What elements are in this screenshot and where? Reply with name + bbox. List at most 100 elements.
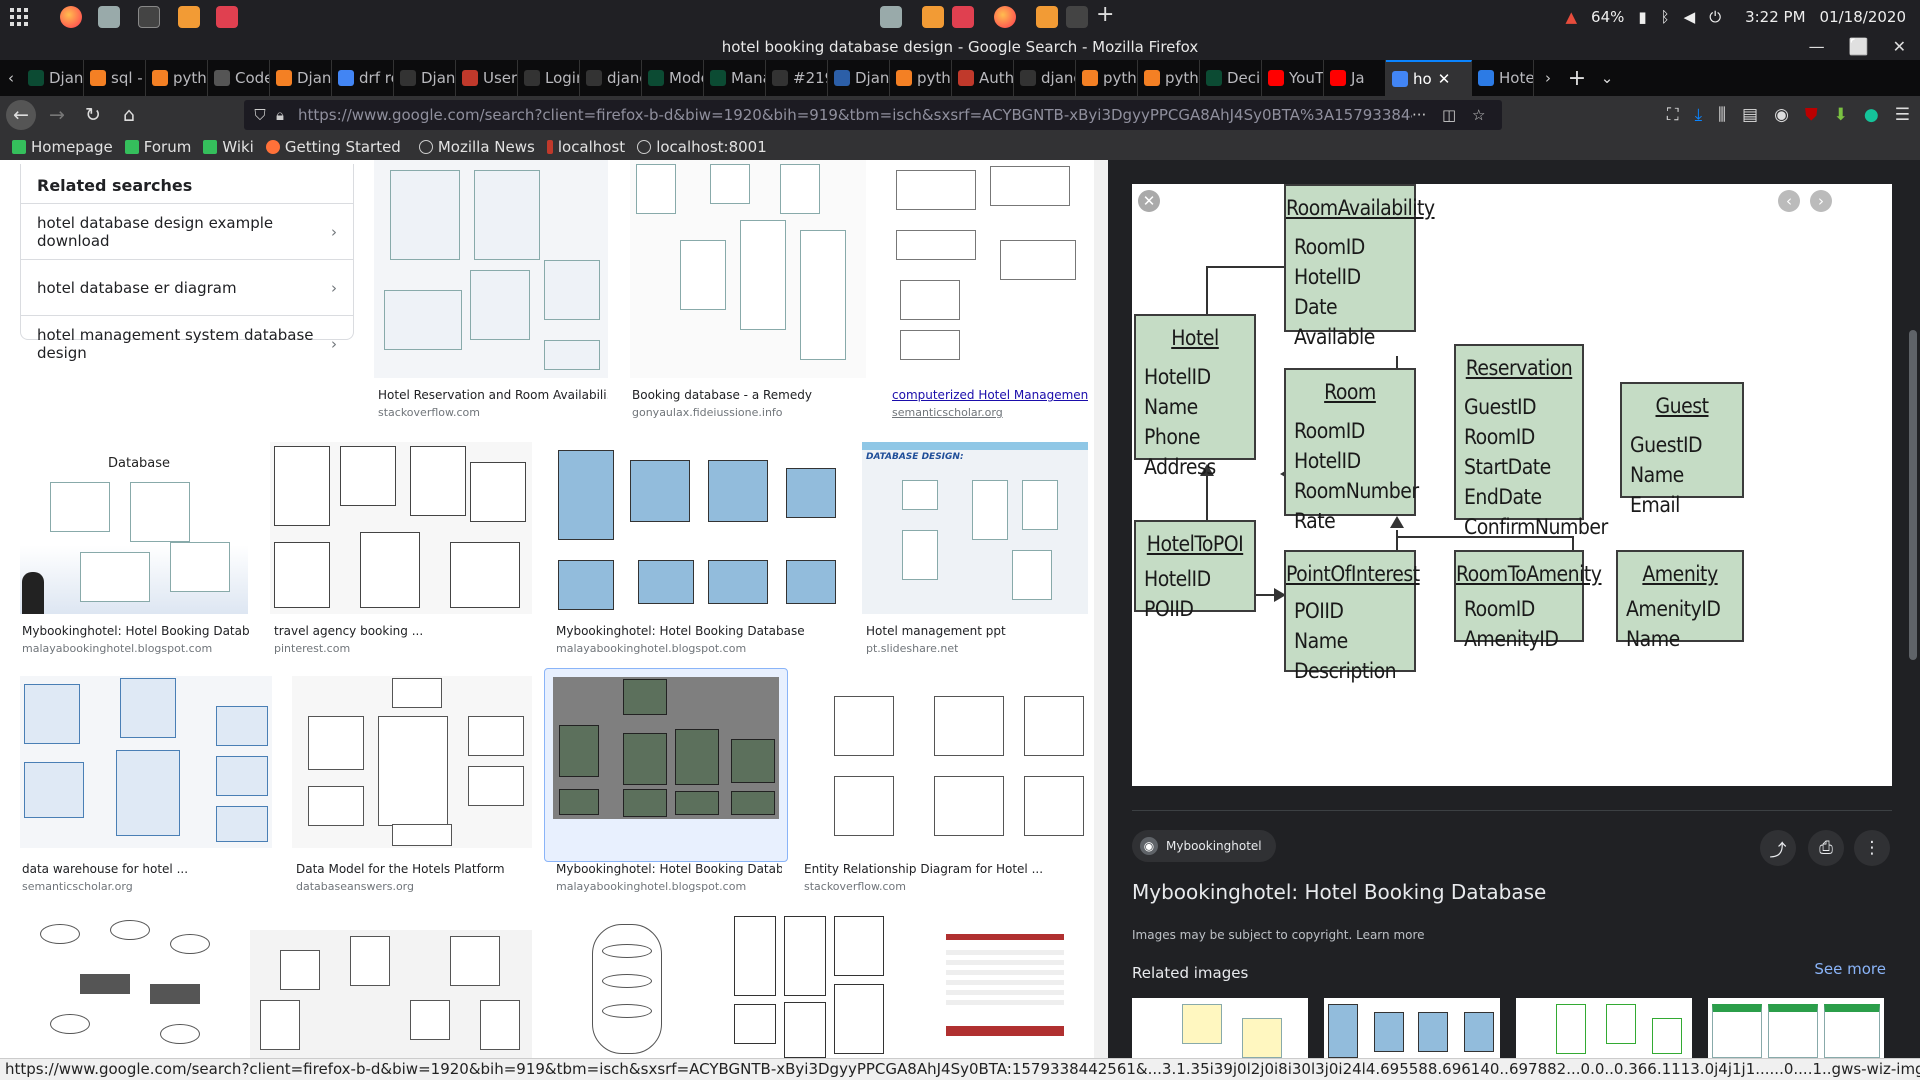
taskbar-sublime2-icon[interactable]	[1036, 6, 1058, 28]
related-search-item[interactable]: hotel management system database design ›	[21, 315, 353, 371]
learn-more-link[interactable]: Learn more	[1356, 928, 1424, 942]
apps-grid-icon[interactable]	[10, 8, 28, 26]
bluetooth-icon[interactable]: ᛒ	[1661, 8, 1670, 26]
see-more-link[interactable]: See more	[1814, 960, 1886, 978]
taskbar-firefox-icon[interactable]	[994, 6, 1016, 28]
bookmark-mozilla-news[interactable]: Mozilla News	[418, 138, 535, 156]
browser-tab[interactable]: Code	[208, 60, 270, 96]
bookmark-wiki[interactable]: Wiki	[203, 138, 254, 156]
result-caption[interactable]: Mybookinghotel: Hotel Booking Database	[556, 624, 842, 638]
bookmark-forum[interactable]: Forum	[124, 138, 191, 156]
result-thumbnail[interactable]	[940, 930, 1070, 1058]
related-search-item[interactable]: hotel database er diagram ›	[21, 259, 353, 315]
reader-icon[interactable]: ⛶	[1667, 105, 1679, 125]
result-caption[interactable]: Hotel Reservation and Room Availabili...	[378, 388, 608, 402]
result-thumbnail[interactable]	[552, 442, 842, 614]
result-thumbnail[interactable]	[890, 160, 1088, 378]
bookmark-homepage[interactable]: Homepage	[12, 138, 113, 156]
related-image-thumbnail[interactable]	[1132, 998, 1308, 1058]
browser-tab[interactable]: pytho	[890, 60, 952, 96]
library-icon[interactable]: ⫼	[1718, 105, 1726, 125]
close-tab-icon[interactable]: ✕	[1438, 70, 1451, 88]
battery-level[interactable]: 64%	[1591, 8, 1624, 26]
result-caption[interactable]: Data Model for the Hotels Platform	[296, 862, 532, 876]
browser-tab[interactable]: pytho	[1138, 60, 1200, 96]
save-bookmark-icon[interactable]: ⎙	[1808, 830, 1844, 866]
result-thumbnail[interactable]: Database	[20, 442, 248, 614]
preview-image[interactable]: RoomAvailability RoomID HotelID Date Ava…	[1132, 184, 1892, 786]
page-scrollbar[interactable]	[1094, 160, 1108, 1058]
downloads-icon[interactable]: ⤓	[1695, 105, 1703, 125]
result-thumbnail[interactable]	[250, 930, 532, 1058]
next-image-icon[interactable]: ›	[1810, 190, 1832, 212]
result-thumbnail[interactable]	[374, 160, 608, 378]
browser-tab[interactable]: YouT	[1262, 60, 1324, 96]
forward-button[interactable]: →	[42, 100, 72, 130]
result-caption[interactable]: Booking database - a Remedy	[632, 388, 862, 402]
result-thumbnail[interactable]: DATABASE DESIGN:	[862, 442, 1088, 614]
new-tab-button[interactable]: +	[1562, 66, 1592, 91]
browser-tab[interactable]: drf re	[332, 60, 394, 96]
close-preview-icon[interactable]: ✕	[1138, 190, 1160, 212]
previous-image-icon[interactable]: ‹	[1778, 190, 1800, 212]
result-caption[interactable]: Mybookinghotel: Hotel Booking Datab...	[556, 862, 782, 876]
browser-tab[interactable]: ho ✕	[1386, 60, 1472, 96]
account-icon[interactable]: ◉	[1774, 105, 1789, 125]
maximize-icon[interactable]: ⬜	[1849, 34, 1869, 60]
related-image-thumbnail[interactable]	[1708, 998, 1884, 1058]
firefox-launcher-icon[interactable]	[60, 6, 82, 28]
result-caption[interactable]: Mybookinghotel: Hotel Booking Datab...	[22, 624, 250, 638]
back-button[interactable]: ←	[6, 100, 36, 130]
extension-download-icon[interactable]: ⬇	[1834, 105, 1848, 125]
browser-tab[interactable]: Djan	[22, 60, 84, 96]
browser-tab[interactable]: djang	[1014, 60, 1076, 96]
power-icon[interactable]: ⏻	[1709, 8, 1721, 26]
browser-tab[interactable]: Login –	[518, 60, 580, 96]
lock-icon[interactable]: 🔒︎	[276, 106, 298, 124]
reload-button[interactable]: ↻	[78, 100, 108, 130]
taskbar-sublime-icon[interactable]	[922, 6, 944, 28]
result-caption[interactable]: data warehouse for hotel ...	[22, 862, 268, 876]
result-caption[interactable]: travel agency booking ...	[274, 624, 530, 638]
result-thumbnail[interactable]	[804, 676, 1088, 848]
related-image-thumbnail[interactable]	[1516, 998, 1692, 1058]
browser-tab[interactable]: Djang	[828, 60, 890, 96]
browser-tab[interactable]: pytho	[1076, 60, 1138, 96]
files-launcher-icon[interactable]	[98, 6, 120, 28]
taskbar-terminal-icon[interactable]	[1066, 6, 1088, 28]
browser-tab[interactable]: Deci	[1200, 60, 1262, 96]
bookmark-getting-started[interactable]: Getting Started	[265, 138, 401, 156]
clock-date[interactable]: 01/18/2020	[1820, 8, 1906, 26]
pocket-icon[interactable]: ◫	[1442, 106, 1472, 124]
result-caption[interactable]: Hotel management ppt	[866, 624, 1086, 638]
home-button[interactable]: ⌂	[114, 100, 144, 130]
bookmark-localhost[interactable]: localhost	[546, 138, 625, 156]
browser-tab[interactable]: Djang	[394, 60, 456, 96]
result-caption[interactable]: Entity Relationship Diagram for Hotel ..…	[804, 862, 1088, 876]
clock-time[interactable]: 3:22 PM	[1745, 8, 1805, 26]
result-thumbnail-selected[interactable]	[544, 668, 788, 862]
browser-tab[interactable]: Djang	[270, 60, 332, 96]
url-bar[interactable]: ⛉ 🔒︎ https://www.google.com/search?clien…	[244, 100, 1502, 130]
tabs-scroll-left-icon[interactable]: ‹	[0, 69, 22, 87]
bookmark-star-icon[interactable]: ☆	[1472, 106, 1502, 124]
ublock-icon[interactable]: ⛊	[1805, 105, 1818, 125]
url-text[interactable]: https://www.google.com/search?client=fir…	[298, 106, 1412, 124]
source-chip[interactable]: ◉ Mybookinghotel	[1132, 830, 1276, 862]
browser-tab[interactable]: #21961	[766, 60, 828, 96]
result-thumbnail[interactable]	[270, 442, 532, 614]
result-thumbnail[interactable]	[20, 676, 272, 848]
share-icon[interactable]: ⤴	[1760, 830, 1796, 866]
bookmark-localhost-8001[interactable]: localhost:8001	[637, 138, 767, 156]
grammarly-icon[interactable]: ●	[1864, 105, 1879, 125]
volume-icon[interactable]: ◀	[1684, 8, 1696, 26]
browser-tab[interactable]: Mana	[704, 60, 766, 96]
result-caption[interactable]: computerized Hotel Managemen...	[892, 388, 1088, 402]
browser-tab[interactable]: Hote	[1472, 60, 1534, 96]
browser-tab[interactable]: Ja	[1324, 60, 1386, 96]
close-window-icon[interactable]: ✕	[1893, 34, 1906, 60]
menu-icon[interactable]: ☰	[1895, 105, 1910, 125]
minimize-icon[interactable]: —	[1809, 34, 1825, 60]
terminal-launcher-icon[interactable]	[138, 6, 160, 28]
sidebar-icon[interactable]: ▤	[1742, 105, 1758, 125]
